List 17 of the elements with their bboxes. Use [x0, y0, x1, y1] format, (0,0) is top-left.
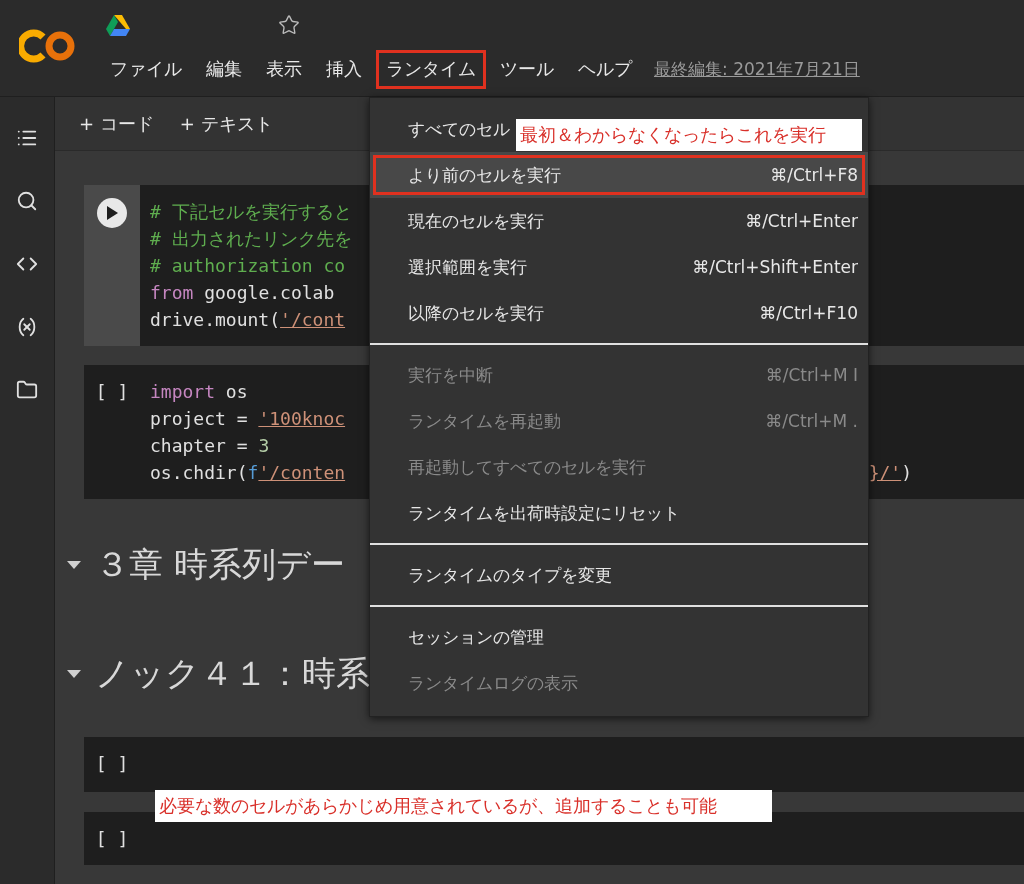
section-heading: ノック４１：時系: [95, 652, 370, 695]
cell-prompt: [ ]: [95, 752, 129, 776]
code-line: import os: [150, 380, 248, 404]
code-line: os.chdir(f'/conten: [150, 461, 346, 485]
code-line: # 出力されたリンク先を: [150, 227, 352, 251]
cell-prompt: [ ]: [95, 827, 129, 851]
code-line: chapter = 3: [150, 434, 270, 458]
code-line: from google.colab: [150, 281, 335, 305]
code-line: # 下記セルを実行すると: [150, 200, 352, 224]
annotation-tooltip: 最初＆わからなくなったらこれを実行: [516, 119, 862, 151]
code-line: project = '100knoc: [150, 407, 346, 431]
annotation-tooltip: 必要な数のセルがあらかじめ用意されているが、追加することも可能: [155, 790, 772, 822]
section-heading: ３章 時系列デー: [95, 543, 345, 586]
code-line: # authorization co: [150, 254, 346, 278]
code-line: drive.mount('/cont: [150, 308, 346, 332]
cell-prompt: [ ]: [95, 380, 129, 404]
code-line: }/'): [868, 461, 912, 485]
